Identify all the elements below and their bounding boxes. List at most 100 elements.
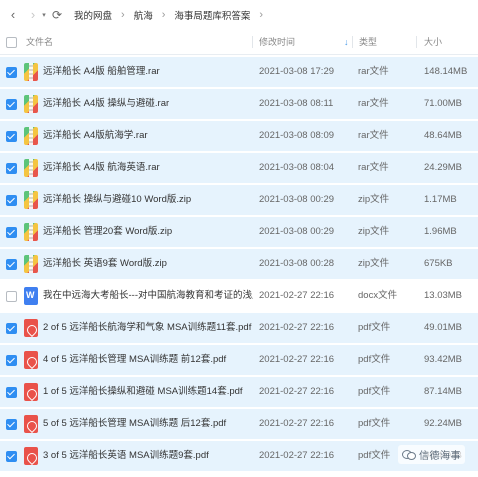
column-divider[interactable] <box>352 36 353 48</box>
zip-archive-icon <box>24 191 38 209</box>
row-checkbox[interactable] <box>6 163 17 174</box>
watermark: 信德海事 <box>398 445 465 464</box>
file-size: 49.01MB <box>424 322 463 333</box>
zip-archive-icon <box>24 255 38 273</box>
file-type: rar文件 <box>358 130 389 141</box>
refresh-icon[interactable]: ⟳ <box>50 6 64 24</box>
file-row[interactable]: 5 of 5 远洋船长管理 MSA训练题 后12套.pdf 2021-02-27… <box>0 409 478 439</box>
file-type: zip文件 <box>358 226 390 237</box>
file-modified-time: 2021-03-08 00:28 <box>259 258 335 269</box>
file-row[interactable]: 远洋船长 A4版 船舶管理.rar 2021-03-08 17:29 rar文件… <box>0 57 478 87</box>
file-name[interactable]: 4 of 5 远洋船长管理 MSA训练题 前12套.pdf <box>43 345 253 375</box>
file-type: pdf文件 <box>358 418 391 429</box>
file-name[interactable]: 远洋船长 A4版 操纵与避碰.rar <box>43 89 253 119</box>
pdf-file-icon <box>24 351 38 369</box>
chevron-right-icon: › <box>121 8 125 21</box>
column-header-type[interactable]: 类型 <box>359 29 377 55</box>
row-checkbox[interactable] <box>6 131 17 142</box>
file-name[interactable]: 远洋船长 A4版航海学.rar <box>43 121 253 151</box>
file-type: rar文件 <box>358 98 389 109</box>
file-row[interactable]: 我在中远海大考船长---对中国航海教育和考证的浅显思考... 2021-02-2… <box>0 281 478 311</box>
file-type: pdf文件 <box>358 322 391 333</box>
breadcrumb-item-navigation[interactable]: 航海 <box>134 8 153 22</box>
file-modified-time: 2021-02-27 22:16 <box>259 450 335 461</box>
file-row[interactable]: 远洋船长 A4版 操纵与避碰.rar 2021-03-08 08:11 rar文… <box>0 89 478 119</box>
row-checkbox[interactable] <box>6 355 17 366</box>
rar-archive-icon <box>24 127 38 145</box>
file-row[interactable]: 远洋船长 管理20套 Word版.zip 2021-03-08 00:29 zi… <box>0 217 478 247</box>
row-checkbox[interactable] <box>6 67 17 78</box>
file-row[interactable]: 远洋船长 A4版 航海英语.rar 2021-03-08 08:04 rar文件… <box>0 153 478 183</box>
column-divider[interactable] <box>416 36 417 48</box>
file-size: 93.42MB <box>424 354 463 365</box>
file-name[interactable]: 3 of 5 远洋船长英语 MSA训练题9套.pdf <box>43 441 253 471</box>
file-size: 71.00MB <box>424 98 463 109</box>
breadcrumb-item-current-folder[interactable]: 海事局题库积答案 <box>174 8 250 22</box>
file-size: 24.29MB <box>424 162 463 173</box>
row-checkbox[interactable] <box>6 195 17 206</box>
file-name[interactable]: 远洋船长 A4版 船舶管理.rar <box>43 57 253 87</box>
file-name[interactable]: 我在中远海大考船长---对中国航海教育和考证的浅显思考... <box>43 281 253 311</box>
navigation-bar: ‹ › ▾ ⟳ 我的网盘 › 航海 › 海事局题库积答案 › <box>0 0 478 29</box>
file-modified-time: 2021-02-27 22:16 <box>259 386 335 397</box>
column-header-modified[interactable]: 修改时间 <box>259 29 295 55</box>
row-checkbox[interactable] <box>6 259 17 270</box>
pdf-file-icon <box>24 415 38 433</box>
file-name[interactable]: 远洋船长 英语9套 Word版.zip <box>43 249 253 279</box>
select-all-checkbox[interactable] <box>6 36 17 48</box>
word-doc-icon <box>24 287 38 305</box>
file-modified-time: 2021-02-27 22:16 <box>259 418 335 429</box>
file-modified-time: 2021-03-08 00:29 <box>259 226 335 237</box>
file-row[interactable]: 1 of 5 远洋船长操纵和避碰 MSA训练题14套.pdf 2021-02-2… <box>0 377 478 407</box>
file-type: zip文件 <box>358 258 390 269</box>
file-modified-time: 2021-02-27 22:16 <box>259 290 335 301</box>
file-row[interactable]: 远洋船长 英语9套 Word版.zip 2021-03-08 00:28 zip… <box>0 249 478 279</box>
file-name[interactable]: 远洋船长 管理20套 Word版.zip <box>43 217 253 247</box>
file-size: 48.64MB <box>424 130 463 141</box>
file-size: 1.17MB <box>424 194 457 205</box>
file-row[interactable]: 2 of 5 远洋船长航海学和气象 MSA训练题11套.pdf 2021-02-… <box>0 313 478 343</box>
file-size: 13.03MB <box>424 290 463 301</box>
rar-archive-icon <box>24 159 38 177</box>
back-arrow-icon[interactable]: ‹ <box>6 6 20 24</box>
rar-archive-icon <box>24 95 38 113</box>
row-checkbox[interactable] <box>6 387 17 398</box>
row-checkbox[interactable] <box>6 99 17 110</box>
column-header-name[interactable]: 文件名 <box>26 29 53 55</box>
file-name[interactable]: 2 of 5 远洋船长航海学和气象 MSA训练题11套.pdf <box>43 313 253 343</box>
file-list-header: 文件名 修改时间 ↓ 类型 大小 <box>0 29 478 55</box>
zip-archive-icon <box>24 223 38 241</box>
watermark-text: 信德海事 <box>419 451 461 462</box>
file-row[interactable]: 4 of 5 远洋船长管理 MSA训练题 前12套.pdf 2021-02-27… <box>0 345 478 375</box>
history-dropdown-icon[interactable]: ▾ <box>40 11 48 19</box>
column-header-size[interactable]: 大小 <box>424 29 442 55</box>
sort-descending-icon[interactable]: ↓ <box>344 29 349 55</box>
file-type: pdf文件 <box>358 450 391 461</box>
row-checkbox[interactable] <box>6 451 17 462</box>
file-modified-time: 2021-03-08 08:04 <box>259 162 335 173</box>
file-name[interactable]: 远洋船长 A4版 航海英语.rar <box>43 153 253 183</box>
row-checkbox[interactable] <box>6 227 17 238</box>
file-type: pdf文件 <box>358 386 391 397</box>
file-type: rar文件 <box>358 162 389 173</box>
file-name[interactable]: 5 of 5 远洋船长管理 MSA训练题 后12套.pdf <box>43 409 253 439</box>
file-name[interactable]: 远洋船长 操纵与避碰10 Word版.zip <box>43 185 253 215</box>
forward-arrow-icon[interactable]: › <box>26 6 40 24</box>
file-list: 远洋船长 A4版 船舶管理.rar 2021-03-08 17:29 rar文件… <box>0 55 478 477</box>
file-row[interactable]: 远洋船长 A4版航海学.rar 2021-03-08 08:09 rar文件 4… <box>0 121 478 151</box>
file-size: 87.14MB <box>424 386 463 397</box>
row-checkbox[interactable] <box>6 291 17 302</box>
file-name[interactable]: 1 of 5 远洋船长操纵和避碰 MSA训练题14套.pdf <box>43 377 253 407</box>
row-checkbox[interactable] <box>6 323 17 334</box>
pdf-file-icon <box>24 447 38 465</box>
file-row[interactable]: 远洋船长 操纵与避碰10 Word版.zip 2021-03-08 00:29 … <box>0 185 478 215</box>
file-size: 148.14MB <box>424 66 468 77</box>
row-checkbox[interactable] <box>6 419 17 430</box>
breadcrumb-item-my-drive[interactable]: 我的网盘 <box>74 8 112 22</box>
chevron-right-icon: › <box>161 8 166 21</box>
column-divider[interactable] <box>252 36 253 48</box>
file-type: docx文件 <box>358 290 398 301</box>
file-modified-time: 2021-03-08 00:29 <box>259 194 335 205</box>
file-modified-time: 2021-03-08 08:09 <box>259 130 335 141</box>
file-type: zip文件 <box>358 194 390 205</box>
